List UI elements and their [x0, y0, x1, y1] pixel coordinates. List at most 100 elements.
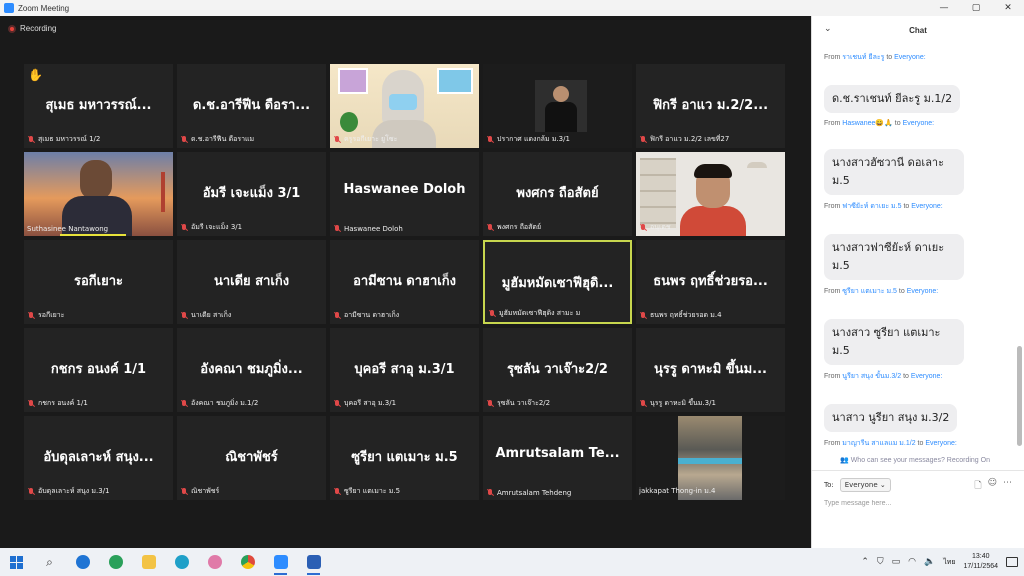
to-word: to: [898, 288, 905, 295]
language-indicator[interactable]: ไทย: [943, 557, 955, 568]
shield-icon[interactable]: ⛉: [877, 557, 884, 567]
chat-scrollbar[interactable]: [1017, 346, 1022, 446]
close-button[interactable]: ✕: [992, 0, 1024, 16]
participant-grid: ✋ สุเมธ มหาวรรณ์... สุเมธ มหาวรรณ์ 1/2 ด.ช.…: [24, 64, 788, 501]
participant-tile[interactable]: อัมรี เจะแม็ง 3/1 อัมรี เจะแม็ง 3/1: [177, 152, 326, 236]
sender-name[interactable]: มาญารีน สาแลแม ม.1/2: [842, 440, 915, 447]
search-icon: ⌕: [46, 554, 53, 569]
taskbar-word[interactable]: [297, 548, 330, 576]
muted-mic-icon: [27, 135, 35, 144]
participant-tile[interactable]: อามีซาน ดาฮาเก็ง อามีซาน ดาฮาเก็ง: [330, 240, 479, 324]
volume-icon[interactable]: 🔈: [924, 557, 935, 567]
participant-name-bar: มูฮัมหมัดเซาฟีฮุดิง สามะ ม: [488, 308, 627, 319]
participant-tile[interactable]: มูฮัมหมัดเซาฟีฮุดิ... มูฮัมหมัดเซาฟีฮุดิง…: [483, 240, 632, 324]
participant-tile[interactable]: jakkapat Thong-in ม.4: [636, 416, 785, 500]
taskbar-app-1[interactable]: [66, 548, 99, 576]
notification-icon[interactable]: [1006, 557, 1018, 567]
recipient-name: Everyone:: [894, 54, 926, 61]
participant-tile[interactable]: อับดุลเลาะห์ สนุง... อับดุลเลาะห์ สนุง ม.…: [24, 416, 173, 500]
who-can-see-link[interactable]: 👥 Who can see your messages? Recording O…: [812, 456, 1018, 464]
participant-tile[interactable]: รุซลัน วาเจ๊าะ2/2 รุซลัน วาเจ๊าะ2/2: [483, 328, 632, 412]
participant-tile[interactable]: นาเดีย สาเก็ง นาเดีย สาเก็ง: [177, 240, 326, 324]
participant-tile[interactable]: ณิชาพัชร์ ณิชาพัชร์: [177, 416, 326, 500]
chat-message-input[interactable]: [824, 496, 1014, 510]
participant-tile[interactable]: ปรากาศ แดงกล้ม ม.3/1: [483, 64, 632, 148]
to-word: to: [917, 440, 924, 447]
battery-icon[interactable]: ▭: [892, 557, 901, 567]
from-label: From: [824, 203, 841, 210]
participant-tile[interactable]: กชกร อนงค์ 1/1 กชกร อนงค์ 1/1: [24, 328, 173, 412]
recording-indicator[interactable]: Recording: [8, 24, 56, 33]
chrome-icon: [240, 555, 255, 569]
emoji-icon[interactable]: ☺: [988, 478, 997, 494]
minimize-button[interactable]: —: [928, 0, 960, 16]
participant-tile[interactable]: Suthasinee Nantawong: [24, 152, 173, 236]
from-label: From: [824, 288, 841, 295]
participant-name-label: อังคณา ชมภูมิ่ง ม.1/2: [191, 399, 259, 407]
participant-display-name: Haswanee Doloh: [343, 182, 466, 197]
participant-tile[interactable]: ✋ สุเมธ มหาวรรณ์... สุเมธ มหาวรรณ์ 1/2: [24, 64, 173, 148]
chevron-up-icon[interactable]: ⌃: [861, 557, 869, 567]
window-controls: — ▢ ✕: [928, 0, 1024, 16]
clock-time: 13:40: [971, 553, 990, 560]
sender-name[interactable]: นูรียา สนุง ขั้นม.3/2: [842, 373, 901, 380]
muted-mic-icon: [333, 135, 341, 144]
muted-mic-icon: [180, 311, 188, 320]
taskbar-edge[interactable]: [165, 548, 198, 576]
participant-name-bar: ด.ช.อารีฟีน ดือราแม: [180, 134, 323, 145]
maximize-button[interactable]: ▢: [960, 0, 992, 16]
participant-tile[interactable]: Amrutsalam Te... Amrutsalam Tehdeng: [483, 416, 632, 500]
participant-tile[interactable]: Haswanee Doloh Haswanee Doloh: [330, 152, 479, 236]
chat-message: From มาญารีน สาแลแม ม.1/2 to Everyone:อา…: [824, 438, 1018, 452]
chat-message-meta: From ราเชนท์ ยีละรู to Everyone:: [824, 52, 1018, 63]
sender-name[interactable]: ฟาซียัะห์ ดาเยะ ม.5: [842, 203, 901, 210]
muted-mic-icon: [486, 223, 494, 232]
participant-tile[interactable]: บุคอรี สาอุ ม.3/1 บุคอรี สาอุ ม.3/1: [330, 328, 479, 412]
participant-tile[interactable]: ซูรียา แตเมาะ ม.5 ซูรียา แตเมาะ ม.5: [330, 416, 479, 500]
participant-tile[interactable]: ฟิกรี อาแว ม.2/2... ฟิกรี อาแว ม.2/2 เลขท…: [636, 64, 785, 148]
participant-tile[interactable]: พงศกร ถือสัตย์ พงศกร ถือสัตย์: [483, 152, 632, 236]
taskbar-file-explorer[interactable]: [132, 548, 165, 576]
taskbar-app-2[interactable]: [99, 548, 132, 576]
app-blue-icon: [75, 555, 90, 569]
participant-display-name: รอกีเยาะ: [73, 274, 123, 289]
participant-tile[interactable]: ครูรอกีเยาะ ยูโซะ: [330, 64, 479, 148]
taskbar-app-3[interactable]: [198, 548, 231, 576]
search-button[interactable]: ⌕: [33, 548, 66, 576]
windows-taskbar: ⌕ ⌃ ⛉ ▭ ◠ 🔈 ไทย 13:40 17/11/2564: [0, 548, 1024, 576]
more-icon[interactable]: ⋯: [1003, 478, 1012, 494]
participant-tile[interactable]: นุรรู ดาหะมิ ขึ้นม... นุรรู ดาหะมิ ขึ้นม.…: [636, 328, 785, 412]
to-word: to: [894, 120, 901, 127]
participant-name-label: อนุเดช: [650, 223, 671, 231]
chat-message-text: นางสาวฮัซวานี ดอเลาะ ม.5: [824, 149, 964, 195]
wifi-icon[interactable]: ◠: [908, 557, 916, 567]
clock[interactable]: 13:40 17/11/2564: [963, 552, 998, 572]
taskbar-chrome[interactable]: [231, 548, 264, 576]
participant-name-label: ด.ช.อารีฟีน ดือราแม: [191, 135, 255, 143]
sender-name[interactable]: ราเชนท์ ยีละรู: [842, 54, 884, 61]
start-button[interactable]: [0, 548, 33, 576]
participant-tile[interactable]: ธนพร ฤทธิ์ช่วยรอ... ธนพร ฤทธิ์ช่วยรอด ม.4: [636, 240, 785, 324]
participant-tile[interactable]: อนุเดช: [636, 152, 785, 236]
participant-tile[interactable]: ด.ช.อารีฟีน ดือรา... ด.ช.อารีฟีน ดือราแม: [177, 64, 326, 148]
chat-message-text: นางสาวฟาซียัะห์ ดาเยะ ม.5: [824, 234, 964, 280]
participant-name-label: ปรากาศ แดงกล้ม ม.3/1: [497, 135, 570, 143]
chat-message: From ซูรียา แตเมาะ ม.5 to Everyone: นางสา…: [824, 286, 1018, 365]
sender-name[interactable]: ซูรียา แตเมาะ ม.5: [842, 288, 897, 295]
participant-name-bar: พงศกร ถือสัตย์: [486, 222, 629, 233]
file-icon[interactable]: 🗋: [974, 478, 981, 494]
participant-name-label: กชกร อนงค์ 1/1: [38, 399, 88, 407]
muted-mic-icon: [639, 135, 647, 144]
taskbar-zoom[interactable]: [264, 548, 297, 576]
participant-display-name: พงศกร ถือสัตย์: [516, 186, 599, 201]
recipient-select[interactable]: Everyone ⌄: [839, 478, 891, 492]
sender-name[interactable]: Haswanee😄🙏: [842, 120, 893, 127]
flower-icon: [207, 555, 222, 569]
participant-tile[interactable]: อังคณา ชมภูมิ่ง... อังคณา ชมภูมิ่ง ม.1/2: [177, 328, 326, 412]
chevron-down-icon[interactable]: ⌄: [824, 24, 832, 34]
participant-tile[interactable]: รอกีเยาะ รอกีเยาะ: [24, 240, 173, 324]
to-word: to: [903, 203, 910, 210]
participant-name-label: บุคอรี สาอุ ม.3/1: [344, 399, 397, 407]
participant-name-label: Amrutsalam Tehdeng: [497, 489, 572, 497]
chevron-down-icon: ⌄: [879, 481, 886, 489]
